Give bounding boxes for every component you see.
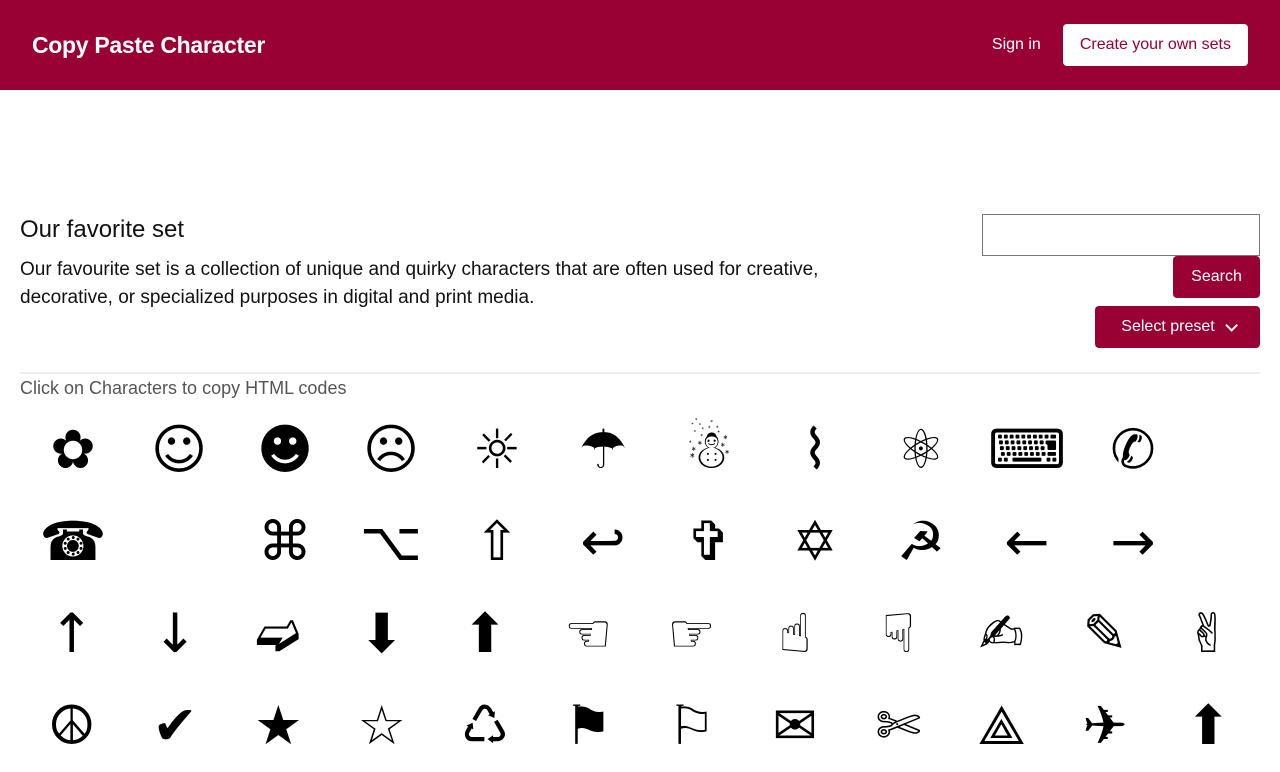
char-white-flag[interactable]: ⚐ [640, 683, 743, 769]
char-black-smiley[interactable]: ☻ [232, 407, 338, 493]
char-scissors[interactable]: ✄ [847, 683, 950, 769]
set-description: Our favourite set is a collection of uni… [20, 259, 819, 308]
char-peace[interactable]: ☮ [20, 683, 123, 769]
char-black-star[interactable]: ★ [227, 683, 330, 769]
char-right-arrow[interactable]: → [1080, 499, 1186, 585]
chevron-down-icon [1224, 318, 1238, 332]
site-logo[interactable]: Copy Paste Character [32, 32, 265, 59]
char-star-of-david[interactable]: ✡ [762, 499, 868, 585]
char-hand-left[interactable]: ☜ [537, 591, 640, 677]
sign-in-link[interactable]: Sign in [992, 36, 1041, 54]
char-recycle[interactable]: ♺ [433, 683, 536, 769]
char-black-down-arrow[interactable]: ⬇ [330, 591, 433, 677]
char-shift-arrow[interactable]: ⇧ [444, 499, 550, 585]
char-hand-up[interactable]: ☝ [743, 591, 846, 677]
character-row: ☎ ⌘ ⌥ ⇧ ↩ ✞ ✡ ☭ ← → [20, 496, 1260, 588]
char-telephone[interactable]: ☎ [20, 499, 126, 585]
search-input[interactable] [982, 214, 1260, 256]
char-sun[interactable]: ☼ [444, 407, 550, 493]
char-envelope[interactable]: ✉ [743, 683, 846, 769]
char-umbrella[interactable]: ☂ [550, 407, 656, 493]
char-victory-hand[interactable]: ✌ [1157, 591, 1260, 677]
char-command-key[interactable]: ⌘ [232, 499, 338, 585]
char-hammer-sickle[interactable]: ☭ [868, 499, 974, 585]
set-intro: Our favorite set Our favourite set is a … [20, 214, 900, 312]
char-option-key[interactable]: ⌥ [338, 499, 444, 585]
copy-hint: Click on Characters to copy HTML codes [20, 378, 347, 398]
character-row: ☮ ✔ ★ ☆ ♺ ⚑ ⚐ ✉ ✄ ⟁ ✈ ⬆ [20, 680, 1260, 772]
select-preset-label: Select preset [1121, 318, 1215, 335]
header-actions: Sign in Create your own sets [992, 24, 1248, 66]
select-preset-dropdown[interactable]: Select preset [1095, 306, 1260, 348]
char-check-mark[interactable]: ✔ [123, 683, 226, 769]
char-flower[interactable]: ✿ [20, 407, 126, 493]
character-row: ✿ ☺ ☻ ☹ ☼ ☂ ☃ ⌇ ⚛ ⌨ ✆ [20, 404, 1260, 496]
char-frowning-face[interactable]: ☹ [338, 407, 444, 493]
char-smiley[interactable]: ☺ [126, 407, 232, 493]
char-down-arrow[interactable]: ↓ [123, 591, 226, 677]
char-up-triangle[interactable]: ⬆ [1157, 683, 1260, 769]
char-keyboard[interactable]: ⌨ [974, 407, 1080, 493]
create-sets-button[interactable]: Create your own sets [1062, 24, 1248, 66]
char-hand-right[interactable]: ☞ [640, 591, 743, 677]
char-writing-hand[interactable]: ✍ [950, 591, 1053, 677]
char-left-arrow[interactable]: ← [974, 499, 1080, 585]
divider [20, 372, 1260, 374]
char-airplane[interactable]: ✈ [1053, 683, 1156, 769]
set-title: Our favorite set [20, 216, 185, 243]
char-hand-down[interactable]: ☟ [847, 591, 950, 677]
top-bar: Copy Paste Character Sign in Create your… [0, 0, 1280, 90]
character-grid: ✿ ☺ ☻ ☹ ☼ ☂ ☃ ⌇ ⚛ ⌨ ✆ ☎ ⌘ ⌥ ⇧ ↩ ✞ ✡ ☭ ← → ↑ ↓ ➫ ⬇ ⬆ ☜ ☞ ☝ ☟ ✍ ✎ ✌ ☮ ✔ ★ ☆ ♺ ⚑ ⚐… [20, 404, 1260, 772]
char-up-arrow[interactable]: ↑ [20, 591, 123, 677]
char-black-up-arrow[interactable]: ⬆ [433, 591, 536, 677]
char-latin-cross[interactable]: ✞ [656, 499, 762, 585]
char-telephone-location[interactable]: ✆ [1080, 407, 1186, 493]
char-black-flag[interactable]: ⚑ [537, 683, 640, 769]
char-wavy-line[interactable]: ⌇ [762, 407, 868, 493]
search-button[interactable]: Search [1173, 256, 1260, 298]
char-triangle[interactable]: ⟁ [950, 683, 1053, 769]
char-shadowed-arrow[interactable]: ➫ [227, 591, 330, 677]
char-atom[interactable]: ⚛ [868, 407, 974, 493]
char-return-arrow[interactable]: ↩ [550, 499, 656, 585]
char-white-star[interactable]: ☆ [330, 683, 433, 769]
char-apple-logo[interactable] [126, 499, 232, 585]
character-row: ↑ ↓ ➫ ⬇ ⬆ ☜ ☞ ☝ ☟ ✍ ✎ ✌ [20, 588, 1260, 680]
char-pencil[interactable]: ✎ [1053, 591, 1156, 677]
char-snowman[interactable]: ☃ [656, 407, 762, 493]
